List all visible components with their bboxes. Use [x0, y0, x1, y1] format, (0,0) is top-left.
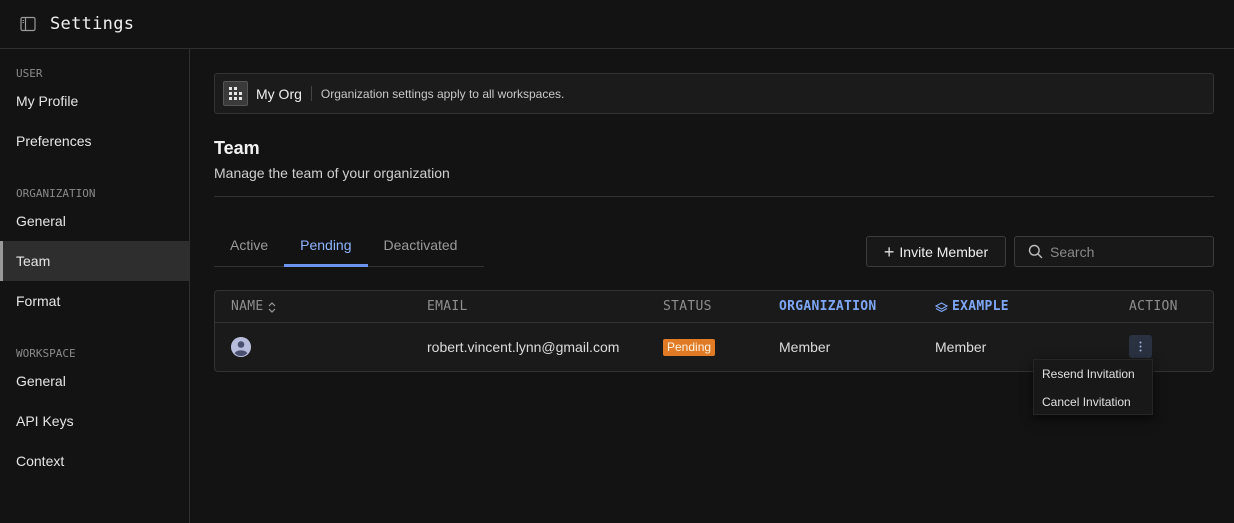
row-actions-button[interactable] — [1129, 335, 1152, 358]
invite-member-label: Invite Member — [899, 243, 989, 260]
org-name: My Org — [256, 85, 302, 102]
org-note: Organization settings apply to all works… — [320, 86, 565, 101]
sidebar-item-api-keys[interactable]: API Keys — [0, 401, 189, 441]
table-header: NAME EMAIL STATUS ORGANIZATION EXAMPLE A… — [215, 291, 1213, 323]
column-header-email: EMAIL — [427, 299, 468, 314]
page-title: Settings — [50, 14, 135, 34]
sidebar-group-user: USER — [16, 67, 43, 80]
column-name-label: NAME — [231, 299, 264, 314]
column-header-name[interactable]: NAME — [231, 291, 276, 323]
user-avatar-icon — [231, 337, 251, 357]
column-example-label: EXAMPLE — [952, 299, 1009, 314]
sidebar-item-preferences[interactable]: Preferences — [0, 121, 189, 161]
sidebar-item-workspace-general[interactable]: General — [0, 361, 189, 401]
row-organization: Member — [779, 339, 831, 355]
invite-member-button[interactable]: + Invite Member — [866, 236, 1006, 267]
team-toolbar: Active Pending Deactivated + Invite Memb… — [214, 235, 1214, 267]
search-icon — [1028, 244, 1043, 259]
sort-icon — [268, 301, 275, 313]
status-tabs: Active Pending Deactivated — [214, 235, 484, 267]
sidebar-item-org-general[interactable]: General — [0, 201, 189, 241]
search-input[interactable] — [1050, 243, 1200, 260]
tab-deactivated[interactable]: Deactivated — [368, 235, 474, 267]
more-vertical-icon — [1139, 341, 1142, 352]
main-content: My Org Organization settings apply to al… — [214, 73, 1214, 267]
section-divider — [214, 196, 1214, 197]
divider — [310, 86, 312, 101]
sidebar-panel-icon[interactable] — [20, 16, 36, 32]
sidebar-item-context[interactable]: Context — [0, 441, 189, 481]
org-banner: My Org Organization settings apply to al… — [214, 73, 1214, 114]
section-subtitle: Manage the team of your organization — [214, 165, 450, 181]
plus-icon: + — [883, 241, 895, 262]
row-action-menu: Resend Invitation Cancel Invitation — [1033, 359, 1153, 415]
column-header-organization: ORGANIZATION — [779, 299, 877, 314]
org-grid-icon — [223, 81, 248, 106]
sidebar-item-team[interactable]: Team — [0, 241, 189, 281]
tab-active[interactable]: Active — [214, 235, 284, 267]
top-bar: Settings — [0, 0, 1234, 49]
sidebar-group-organization: ORGANIZATION — [16, 187, 96, 200]
menu-item-cancel-invitation[interactable]: Cancel Invitation — [1034, 388, 1152, 416]
row-email: robert.vincent.lynn@gmail.com — [427, 339, 620, 355]
row-example: Member — [935, 339, 987, 355]
column-header-example: EXAMPLE — [935, 291, 1009, 323]
column-header-action: ACTION — [1129, 299, 1178, 314]
sidebar: USER My Profile Preferences ORGANIZATION… — [0, 49, 190, 523]
search-box[interactable] — [1014, 236, 1214, 267]
sidebar-item-my-profile[interactable]: My Profile — [0, 81, 189, 121]
tab-pending[interactable]: Pending — [284, 235, 368, 267]
section-title: Team — [214, 138, 260, 158]
sidebar-item-format[interactable]: Format — [0, 281, 189, 321]
status-badge: Pending — [663, 339, 716, 356]
sidebar-group-workspace: WORKSPACE — [16, 347, 76, 360]
layers-icon — [935, 301, 948, 312]
column-header-status: STATUS — [663, 299, 712, 314]
menu-item-resend-invitation[interactable]: Resend Invitation — [1034, 360, 1152, 388]
